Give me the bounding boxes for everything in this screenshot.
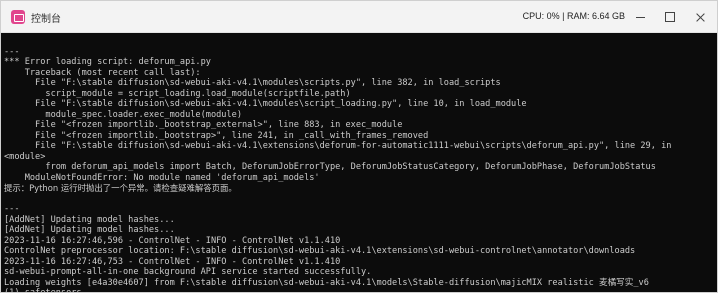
console-line: module_spec.loader.exec_module(module) bbox=[4, 109, 242, 120]
resource-status: CPU: 0% | RAM: 6.64 GB bbox=[522, 11, 625, 21]
console-line: File "<frozen importlib._bootstrap_exter… bbox=[4, 120, 403, 130]
console-line: 2023-11-16 16:27:46,596 - ControlNet - I… bbox=[4, 235, 341, 246]
console-output[interactable]: --- *** Error loading script: deforum_api… bbox=[4, 36, 710, 293]
console-line: script_module = script_loading.load_modu… bbox=[4, 88, 351, 99]
console-line: <module> bbox=[4, 151, 46, 162]
console-scrollbar[interactable] bbox=[709, 33, 717, 292]
minimize-icon[interactable] bbox=[625, 1, 655, 33]
title-bar[interactable]: 控制台 CPU: 0% | RAM: 6.64 GB bbox=[1, 1, 717, 33]
console-line: from deforum_api_models import Batch, De… bbox=[4, 162, 656, 172]
console-line: ModuleNotFoundError: No module named 'de… bbox=[4, 172, 320, 183]
console-window: 控制台 CPU: 0% | RAM: 6.64 GB --- *** Error … bbox=[0, 0, 718, 293]
window-title: 控制台 bbox=[31, 14, 61, 25]
console-line: Loading weights [e4a30e4607] from F:\sta… bbox=[4, 277, 649, 288]
console-line: sd-webui-prompt-all-in-one background AP… bbox=[4, 267, 372, 277]
console-line: Traceback (most recent call last): bbox=[4, 67, 201, 78]
console-line: 2023-11-16 16:27:46,753 - ControlNet - I… bbox=[4, 256, 341, 267]
console-line: [AddNet] Updating model hashes... bbox=[4, 225, 175, 235]
console-line: [AddNet] Updating model hashes... bbox=[4, 214, 175, 225]
console-line: File "F:\stable diffusion\sd-webui-aki-v… bbox=[4, 141, 672, 151]
console-line: File "<frozen importlib._bootstrap>", li… bbox=[4, 130, 429, 141]
console-line: --- bbox=[4, 46, 20, 57]
console-line: --- bbox=[4, 204, 20, 214]
console-line: (1).safetensors bbox=[4, 288, 710, 292]
maximize-icon[interactable] bbox=[655, 1, 685, 33]
console-line: File "F:\stable diffusion\sd-webui-aki-v… bbox=[4, 78, 501, 88]
console-line: ControlNet preprocessor location: F:\sta… bbox=[4, 246, 636, 256]
close-icon[interactable] bbox=[685, 1, 715, 33]
console-app-icon bbox=[11, 10, 25, 24]
console-line: 提示：Python 运行时抛出了一个异常。请检查疑难解答页面。 bbox=[4, 183, 237, 193]
console-line: *** Error loading script: deforum_api.py bbox=[4, 57, 211, 67]
console-line: File "F:\stable diffusion\sd-webui-aki-v… bbox=[4, 99, 527, 109]
